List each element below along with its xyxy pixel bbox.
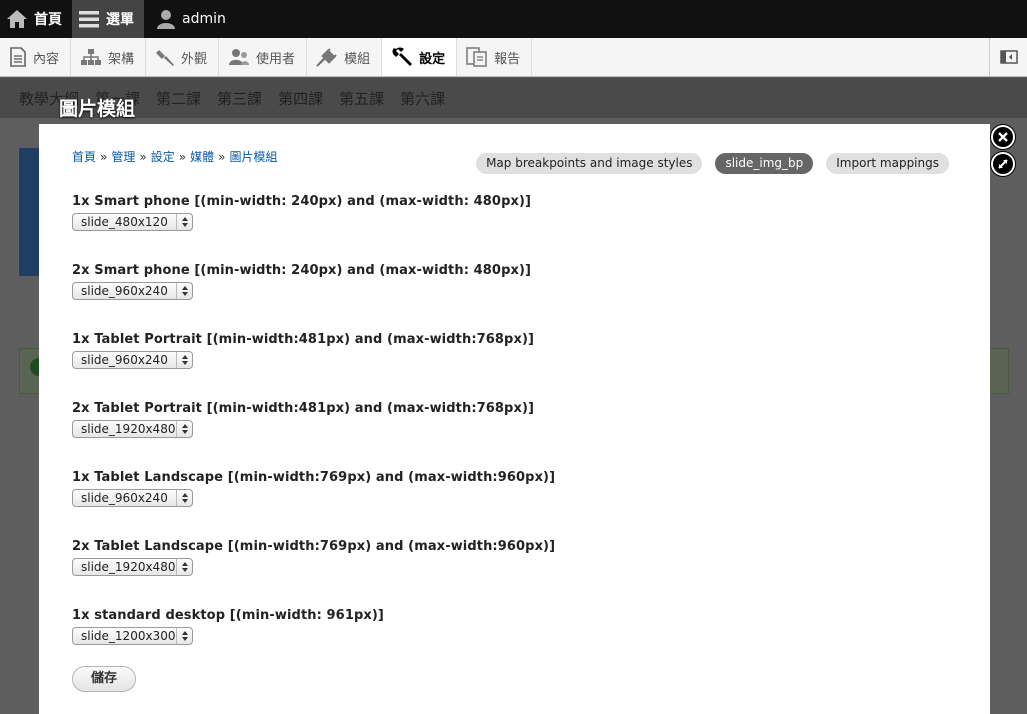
breadcrumb-link[interactable]: 首頁 xyxy=(72,150,96,164)
toolbar-menu[interactable]: 選單 xyxy=(72,0,144,38)
breadcrumb-separator: » xyxy=(178,150,187,164)
breadcrumb: 首頁» 管理» 設定» 媒體» 圖片模組 xyxy=(72,148,277,165)
tray-item-content[interactable]: 內容 xyxy=(0,38,72,76)
toolbar-home[interactable]: 首頁 xyxy=(0,0,72,38)
tab-map-breakpoints[interactable]: Map breakpoints and image styles xyxy=(476,153,703,174)
sidebar-toggle-icon xyxy=(999,50,1018,64)
field-1x-smart-phone: 1x Smart phone [(min-width: 240px) and (… xyxy=(72,193,531,231)
tray-item-label: 外觀 xyxy=(181,51,208,67)
tray-item-structure[interactable]: 架構 xyxy=(71,38,147,76)
hamburger-icon xyxy=(79,11,99,28)
select-arrows-icon xyxy=(176,214,192,230)
field-1x-standard-desktop: 1x standard desktop [(min-width: 961px)]… xyxy=(72,607,384,645)
tray-item-modules[interactable]: 模組 xyxy=(307,38,383,76)
secondary-tabs: Map breakpoints and image styles slide_i… xyxy=(476,153,949,174)
background-nav-item: 第二課 xyxy=(156,89,202,108)
breadcrumb-link[interactable]: 媒體 xyxy=(190,150,214,164)
tab-import-mappings[interactable]: Import mappings xyxy=(826,153,949,174)
breadcrumb-link[interactable]: 設定 xyxy=(151,150,175,164)
breadcrumb-separator: » xyxy=(139,150,147,164)
user-icon xyxy=(157,10,175,29)
report-icon xyxy=(466,47,487,67)
image-style-select[interactable]: slide_960x240 xyxy=(72,351,193,369)
field-label: 2x Tablet Landscape [(min-width:769px) a… xyxy=(72,539,556,554)
field-2x-smart-phone: 2x Smart phone [(min-width: 240px) and (… xyxy=(72,262,531,300)
expand-overlay-button[interactable] xyxy=(991,152,1015,176)
background-nav-item: 第四課 xyxy=(278,89,324,108)
tray-item-label: 內容 xyxy=(33,51,60,67)
select-value: slide_1200x300 xyxy=(81,629,176,643)
image-style-select[interactable]: slide_960x240 xyxy=(72,282,193,300)
home-icon xyxy=(7,10,27,28)
background-nav-item: 第五課 xyxy=(339,89,385,108)
toolbar-home-label: 首頁 xyxy=(34,12,62,28)
tray-item-label: 架構 xyxy=(108,51,135,67)
select-value: slide_1920x480 xyxy=(81,560,176,574)
tray-item-label: 使用者 xyxy=(256,51,296,67)
select-arrows-icon xyxy=(176,421,192,437)
select-arrows-icon xyxy=(176,352,192,368)
field-1x-tablet-landscape: 1x Tablet Landscape [(min-width:769px) a… xyxy=(72,469,555,507)
toolbar-menu-label: 選單 xyxy=(106,12,134,28)
toolbar-user-label: admin xyxy=(182,11,226,27)
toolbar-tray: 內容 架構 外觀 使用者 模組 設定 報告 xyxy=(0,38,1027,77)
image-style-select[interactable]: slide_960x240 xyxy=(72,489,193,507)
save-button[interactable]: 儲存 xyxy=(72,666,136,692)
sitemap-icon xyxy=(81,49,102,65)
select-arrows-icon xyxy=(176,490,192,506)
tray-item-appearance[interactable]: 外觀 xyxy=(146,38,220,76)
tray-orientation-toggle[interactable] xyxy=(989,38,1027,76)
select-value: slide_960x240 xyxy=(81,284,168,298)
breadcrumb-separator: » xyxy=(218,150,226,164)
admin-toolbar: 首頁 選單 admin xyxy=(0,0,1027,38)
select-arrows-icon xyxy=(176,283,192,299)
field-2x-tablet-portrait: 2x Tablet Portrait [(min-width:481px) an… xyxy=(72,400,534,438)
close-icon xyxy=(998,132,1008,142)
expand-icon xyxy=(998,159,1008,169)
field-2x-tablet-landscape: 2x Tablet Landscape [(min-width:769px) a… xyxy=(72,538,555,576)
breadcrumb-link[interactable]: 管理 xyxy=(111,150,135,164)
breadcrumb-link[interactable]: 圖片模組 xyxy=(229,150,277,164)
field-label: 2x Tablet Portrait [(min-width:481px) an… xyxy=(72,401,535,416)
tray-item-label: 模組 xyxy=(344,51,371,67)
modal-title: 圖片模組 xyxy=(59,98,136,120)
select-arrows-icon xyxy=(176,559,192,575)
field-label: 2x Smart phone [(min-width: 240px) and (… xyxy=(72,263,532,278)
image-style-select[interactable]: slide_480x120 xyxy=(72,213,193,231)
tab-slide-img-bp[interactable]: slide_img_bp xyxy=(715,153,814,174)
background-nav: 教學大綱 第一課 第二課 第三課 第四課 第五課 第六課 xyxy=(0,78,1027,118)
field-label: 1x Smart phone [(min-width: 240px) and (… xyxy=(72,194,532,209)
background-nav-item: 第三課 xyxy=(217,89,263,108)
plug-icon xyxy=(316,48,337,67)
tray-item-label: 報告 xyxy=(494,51,521,67)
image-style-select[interactable]: slide_1920x480 xyxy=(72,558,193,576)
field-label: 1x standard desktop [(min-width: 961px)] xyxy=(72,608,384,623)
tray-item-label: 設定 xyxy=(419,51,446,67)
select-value: slide_480x120 xyxy=(81,215,168,229)
toolbar-user[interactable]: admin xyxy=(144,0,236,38)
paintbrush-icon xyxy=(156,50,175,66)
tray-item-reports[interactable]: 報告 xyxy=(457,38,533,76)
tray-item-people[interactable]: 使用者 xyxy=(219,38,308,76)
users-icon xyxy=(229,49,250,65)
field-label: 1x Tablet Landscape [(min-width:769px) a… xyxy=(72,470,556,485)
select-arrows-icon xyxy=(176,628,192,644)
select-value: slide_1920x480 xyxy=(81,422,176,436)
breadcrumb-separator: » xyxy=(100,150,108,164)
document-icon xyxy=(10,47,26,67)
overlay-dialog: 首頁» 管理» 設定» 媒體» 圖片模組 Map breakpoints and ima… xyxy=(39,124,990,714)
select-value: slide_960x240 xyxy=(81,353,168,367)
wrench-icon xyxy=(392,47,413,66)
field-label: 1x Tablet Portrait [(min-width:481px) an… xyxy=(72,332,535,347)
close-overlay-button[interactable] xyxy=(991,125,1015,149)
background-nav-item: 第六課 xyxy=(400,89,446,108)
image-style-select[interactable]: slide_1920x480 xyxy=(72,420,193,438)
image-style-select[interactable]: slide_1200x300 xyxy=(72,627,193,645)
field-1x-tablet-portrait: 1x Tablet Portrait [(min-width:481px) an… xyxy=(72,331,534,369)
select-value: slide_960x240 xyxy=(81,491,168,505)
tray-item-configuration[interactable]: 設定 xyxy=(382,38,458,76)
